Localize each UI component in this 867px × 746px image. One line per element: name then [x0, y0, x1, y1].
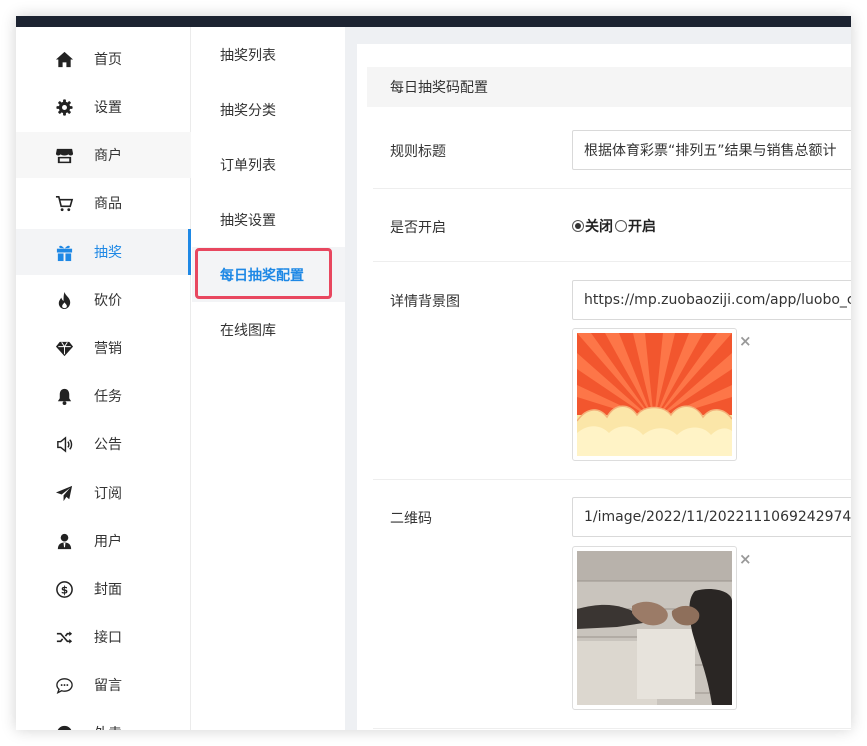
divider	[373, 728, 851, 729]
divider	[373, 188, 851, 189]
section-title: 每日抽奖码配置	[367, 67, 851, 107]
sidebar-item-merchant[interactable]: 商户	[16, 132, 191, 178]
divider	[373, 261, 851, 262]
bg-image-thumbnail[interactable]	[572, 328, 737, 461]
dollar-icon: $	[53, 578, 75, 600]
sidebar-item-settings[interactable]: 设置	[16, 84, 191, 130]
paper-plane-icon	[53, 482, 75, 504]
comment-icon	[53, 674, 75, 696]
lottery-submenu: 抽奖列表 抽奖分类 订单列表 抽奖设置 每日抽奖配置 在线图库	[192, 27, 345, 730]
speaker-icon	[53, 433, 75, 455]
top-bar	[16, 16, 851, 27]
submenu-item-lottery-list[interactable]: 抽奖列表	[192, 27, 345, 82]
remove-qrcode-icon[interactable]: ×	[739, 550, 752, 568]
radio-off[interactable]	[572, 220, 584, 232]
sidebar-item-message[interactable]: 留言	[16, 662, 191, 708]
qrcode-thumbnail[interactable]	[572, 546, 737, 710]
sidebar-item-label: 设置	[94, 100, 122, 116]
sidebar-item-label: 外卖	[94, 723, 122, 730]
submenu-item-lottery-category[interactable]: 抽奖分类	[192, 82, 345, 137]
rule-title-label: 规则标题	[390, 144, 446, 160]
sidebar-item-label: 营销	[94, 341, 122, 357]
sidebar-item-api[interactable]: 接口	[16, 614, 191, 660]
main-sidebar: 首页 设置 商户 商品 抽奖 砍价 营销 任务 公告 订阅 用户 $ 封面 接口…	[16, 27, 191, 730]
sidebar-item-task[interactable]: 任务	[16, 373, 191, 419]
divider	[373, 479, 851, 480]
submenu-item-daily-lottery-config[interactable]: 每日抽奖配置	[192, 247, 345, 302]
radio-off-label[interactable]: 关闭	[585, 216, 613, 236]
sidebar-item-label: 订阅	[94, 486, 122, 502]
diamond-icon	[53, 337, 75, 359]
sidebar-item-home[interactable]: 首页	[16, 36, 191, 82]
submenu-item-lottery-settings[interactable]: 抽奖设置	[192, 192, 345, 247]
sidebar-item-label: 商品	[94, 196, 122, 212]
food-icon	[53, 722, 75, 730]
radio-on[interactable]	[615, 220, 627, 232]
fire-icon	[53, 289, 75, 311]
sidebar-item-takeout[interactable]: 外卖	[16, 710, 191, 730]
sidebar-item-lottery[interactable]: 抽奖	[16, 229, 191, 275]
sunburst-image	[576, 333, 733, 456]
sidebar-item-subscribe[interactable]: 订阅	[16, 470, 191, 516]
remove-bg-image-icon[interactable]: ×	[739, 332, 752, 350]
app-window: 首页 设置 商户 商品 抽奖 砍价 营销 任务 公告 订阅 用户 $ 封面 接口…	[16, 16, 851, 730]
sidebar-item-cover[interactable]: $ 封面	[16, 566, 191, 612]
gift-icon	[53, 241, 75, 263]
sidebar-item-label: 公告	[94, 437, 122, 453]
sidebar-item-label: 用户	[94, 534, 122, 550]
store-icon	[53, 144, 75, 166]
cart-icon	[53, 192, 75, 214]
sidebar-item-marketing[interactable]: 营销	[16, 325, 191, 371]
shuffle-icon	[53, 626, 75, 648]
bell-icon	[53, 385, 75, 407]
enabled-label: 是否开启	[390, 220, 446, 236]
sidebar-item-label: 封面	[94, 582, 122, 598]
submenu-item-order-list[interactable]: 订单列表	[192, 137, 345, 192]
qrcode-url-input[interactable]: 1/image/2022/11/20221110692429749	[572, 497, 851, 537]
enabled-radio-group: 关闭 开启	[572, 216, 656, 236]
svg-text:$: $	[60, 584, 67, 596]
user-icon	[53, 530, 75, 552]
sidebar-item-label: 首页	[94, 52, 122, 68]
sidebar-item-label: 抽奖	[94, 245, 122, 261]
sidebar-item-goods[interactable]: 商品	[16, 180, 191, 226]
sidebar-item-label: 任务	[94, 389, 122, 405]
bg-image-label: 详情背景图	[390, 294, 460, 310]
sidebar-item-bargain[interactable]: 砍价	[16, 277, 191, 323]
sidebar-item-label: 商户	[94, 148, 122, 164]
qrcode-label: 二维码	[390, 511, 432, 527]
rule-title-input[interactable]: 根据体育彩票“排列五”结果与销售总额计	[572, 130, 851, 170]
sidebar-item-label: 砍价	[94, 293, 122, 309]
submenu-item-online-gallery[interactable]: 在线图库	[192, 302, 345, 357]
sidebar-item-notice[interactable]: 公告	[16, 421, 191, 467]
sidebar-item-label: 留言	[94, 678, 122, 694]
radio-on-label[interactable]: 开启	[628, 216, 656, 236]
home-icon	[53, 48, 75, 70]
sidebar-item-label: 接口	[94, 630, 122, 646]
qrcode-photo	[577, 551, 732, 705]
sidebar-item-user[interactable]: 用户	[16, 518, 191, 564]
bg-image-url-input[interactable]: https://mp.zuobaoziji.com/app/luobo_ch	[572, 280, 851, 320]
gear-icon	[53, 96, 75, 118]
